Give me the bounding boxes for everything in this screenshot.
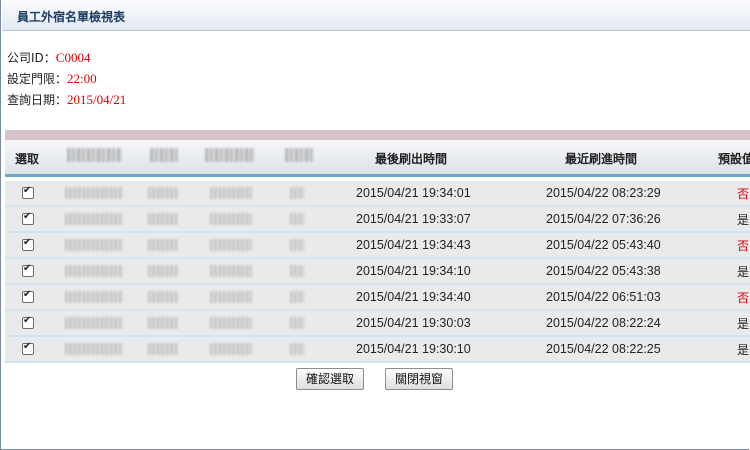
last-out-time: 2015/04/21 19:34:43: [356, 238, 471, 252]
preset-flag: 是: [737, 343, 750, 357]
redacted-cell-2: [148, 239, 178, 251]
redacted-cell-3: [210, 291, 252, 303]
header-redacted-4: [285, 148, 313, 162]
preset-flag: 否: [737, 187, 750, 201]
redacted-cell-4: [290, 187, 304, 199]
row-select-checkbox[interactable]: [22, 289, 34, 303]
dialog-window: 員工外宿名單檢視表 公司ID：C0004 設定門限：22:00 查詢日期：201…: [0, 0, 750, 450]
header-redacted-2: [150, 148, 178, 162]
redacted-cell-2: [148, 265, 178, 277]
row-select-checkbox[interactable]: [22, 263, 34, 277]
recent-in-time: 2015/04/22 05:43:38: [546, 264, 661, 278]
redacted-cell-4: [290, 317, 304, 329]
redacted-cell-2: [148, 291, 178, 303]
curfew-line: 設定門限：22:00: [7, 71, 97, 87]
recent-in-time: 2015/04/22 07:36:26: [546, 212, 661, 226]
query-date-line: 查詢日期：2015/04/21: [7, 92, 127, 108]
redacted-cell-1: [65, 317, 123, 329]
redacted-cell-2: [148, 343, 178, 355]
redacted-cell-2: [148, 187, 178, 199]
query-date-label: 查詢日期：: [7, 93, 68, 107]
redacted-cell-2: [148, 317, 178, 329]
confirm-selection-button[interactable]: 確認選取: [296, 368, 364, 390]
header-preset: 預設值: [718, 152, 750, 166]
last-out-time: 2015/04/21 19:30:03: [356, 316, 471, 330]
row-select-checkbox[interactable]: [22, 341, 34, 355]
table-row: 2015/04/21 19:30:10 2015/04/22 08:22:25 是: [5, 337, 750, 363]
table-row: 2015/04/21 19:34:10 2015/04/22 05:43:38 是: [5, 259, 750, 285]
redacted-cell-4: [290, 239, 304, 251]
redacted-cell-3: [210, 265, 252, 277]
redacted-cell-1: [65, 265, 123, 277]
company-id-value: C0004: [55, 50, 91, 65]
company-id-line: 公司ID：C0004: [7, 50, 91, 66]
preset-flag: 是: [737, 317, 750, 331]
header-redacted-3: [205, 148, 255, 162]
row-select-checkbox[interactable]: [22, 315, 34, 329]
redacted-cell-4: [290, 343, 304, 355]
redacted-cell-3: [210, 213, 252, 225]
redacted-cell-3: [210, 343, 252, 355]
header-recent-in: 最近刷進時間: [565, 152, 638, 166]
redacted-cell-1: [65, 291, 123, 303]
table-row: 2015/04/21 19:30:03 2015/04/22 08:22:24 是: [5, 311, 750, 337]
row-select-checkbox[interactable]: [22, 211, 34, 225]
preset-flag: 是: [737, 213, 750, 227]
recent-in-time: 2015/04/22 05:43:40: [546, 238, 661, 252]
recent-in-time: 2015/04/22 08:22:24: [546, 316, 661, 330]
company-id-label: 公司ID：: [7, 51, 56, 65]
redacted-cell-3: [210, 239, 252, 251]
title-bar: 員工外宿名單檢視表: [2, 0, 750, 31]
redacted-cell-1: [65, 213, 123, 225]
redacted-cell-3: [210, 317, 252, 329]
query-date-value: 2015/04/21: [67, 92, 127, 107]
window-title: 員工外宿名單檢視表: [17, 10, 126, 24]
curfew-value: 22:00: [67, 71, 97, 86]
table-row: 2015/04/21 19:34:43 2015/04/22 05:43:40 否: [5, 233, 750, 259]
table-row: 2015/04/21 19:34:01 2015/04/22 08:23:29 否: [5, 181, 750, 207]
redacted-cell-1: [65, 187, 123, 199]
redacted-cell-1: [65, 239, 123, 251]
redacted-cell-4: [290, 291, 304, 303]
preset-flag: 否: [737, 239, 750, 253]
curfew-label: 設定門限：: [7, 72, 68, 86]
last-out-time: 2015/04/21 19:34:01: [356, 186, 471, 200]
last-out-time: 2015/04/21 19:34:10: [356, 264, 471, 278]
table-row: 2015/04/21 19:33:07 2015/04/22 07:36:26 是: [5, 207, 750, 233]
recent-in-time: 2015/04/22 08:22:25: [546, 342, 661, 356]
table-row: 2015/04/21 19:34:40 2015/04/22 06:51:03 否: [5, 285, 750, 311]
row-select-checkbox[interactable]: [22, 185, 34, 199]
preset-flag: 是: [737, 265, 750, 279]
table-top-band: [5, 130, 750, 140]
redacted-cell-4: [290, 265, 304, 277]
last-out-time: 2015/04/21 19:34:40: [356, 290, 471, 304]
recent-in-time: 2015/04/22 06:51:03: [546, 290, 661, 304]
header-select: 選取: [15, 152, 40, 166]
header-last-out: 最後刷出時間: [375, 152, 448, 166]
redacted-cell-2: [148, 213, 178, 225]
preset-flag: 否: [737, 291, 750, 305]
last-out-time: 2015/04/21 19:33:07: [356, 212, 471, 226]
recent-in-time: 2015/04/22 08:23:29: [546, 186, 661, 200]
close-window-button[interactable]: 關閉視窗: [385, 368, 453, 390]
last-out-time: 2015/04/21 19:30:10: [356, 342, 471, 356]
row-select-checkbox[interactable]: [22, 237, 34, 251]
redacted-cell-4: [290, 213, 304, 225]
table-header: 選取 最後刷出時間 最近刷進時間 預設值: [5, 140, 750, 174]
redacted-cell-1: [65, 343, 123, 355]
redacted-cell-3: [210, 187, 252, 199]
header-redacted-1: [67, 148, 122, 162]
